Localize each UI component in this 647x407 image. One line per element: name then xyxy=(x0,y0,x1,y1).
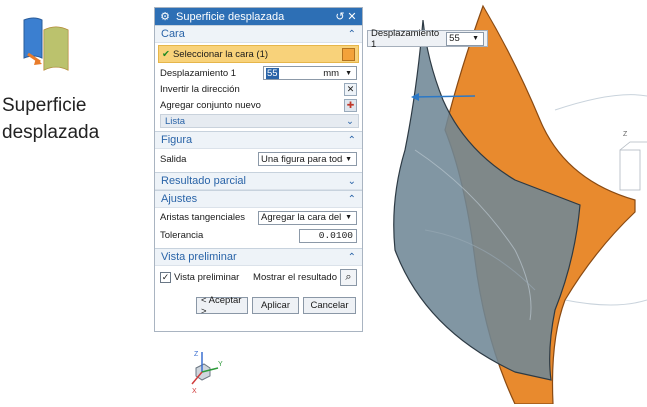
section-resultado-header[interactable]: Resultado parcial ⌄ xyxy=(155,172,362,190)
close-icon[interactable]: ✕ xyxy=(346,10,358,23)
add-set-label: Agregar conjunto nuevo xyxy=(160,99,261,111)
chevron-down-icon: ▼ xyxy=(345,69,352,77)
tangent-label: Aristas tangenciales xyxy=(160,212,246,223)
section-ajustes-title: Ajustes xyxy=(161,193,198,205)
face-select-icon[interactable] xyxy=(342,47,355,61)
float-input-label: Desplazamiento 1 xyxy=(371,27,440,50)
dialog-buttons: < Aceptar > Aplicar Cancelar xyxy=(155,295,362,317)
show-result-label: Mostrar el resultado xyxy=(253,271,337,283)
reverse-row: Invertir la dirección ✕ xyxy=(155,81,362,97)
dialog-titlebar: ⚙ Superficie desplazada ↺ ✕ xyxy=(155,8,362,25)
coordinate-triad-icon: Z Y X xyxy=(180,348,226,396)
magnifier-icon[interactable]: ⌕ xyxy=(340,268,357,286)
chevron-down-icon: ⌄ xyxy=(346,115,354,127)
offset-unit: mm xyxy=(323,67,340,79)
offset-row: Desplazamiento 1 55 mm ▼ xyxy=(155,65,362,81)
offset-field[interactable]: 55 mm ▼ xyxy=(263,66,357,80)
reverse-label: Invertir la dirección xyxy=(160,83,240,95)
select-face-label: Seleccionar la cara (1) xyxy=(172,48,269,60)
apply-button[interactable]: Aplicar xyxy=(252,297,299,314)
svg-text:Z: Z xyxy=(194,351,199,358)
section-ajustes-header[interactable]: Ajustes ⌃ xyxy=(155,190,362,208)
tolerance-value: 0.0100 xyxy=(318,230,353,241)
list-toggle[interactable]: Lista ⌄ xyxy=(160,114,359,128)
offset-surface-command-icon xyxy=(14,14,76,76)
reset-icon[interactable]: ↺ xyxy=(334,10,346,23)
select-face-row[interactable]: ✔ Seleccionar la cara (1) xyxy=(158,45,359,63)
checkmark-icon: ✔ xyxy=(162,48,170,60)
offset-value: 55 xyxy=(266,67,279,79)
list-label: Lista xyxy=(165,115,186,127)
cancel-button[interactable]: Cancelar xyxy=(303,297,356,314)
svg-text:Y: Y xyxy=(218,361,223,368)
add-set-icon[interactable]: ✚ xyxy=(344,98,357,112)
section-figura-header[interactable]: Figura ⌃ xyxy=(155,131,362,149)
section-vista-header[interactable]: Vista preliminar ⌃ xyxy=(155,248,362,266)
ok-button[interactable]: < Aceptar > xyxy=(196,295,248,317)
chevron-up-icon: ⌃ xyxy=(347,28,356,40)
tolerance-field[interactable]: 0.0100 xyxy=(299,228,357,243)
dialog-title: Superficie desplazada xyxy=(176,10,285,23)
section-figura-title: Figura xyxy=(161,134,193,146)
svg-text:X: X xyxy=(192,388,197,395)
float-offset-value: 55 xyxy=(449,33,460,44)
offset-float-input[interactable]: Desplazamiento 1 55 ▼ xyxy=(367,27,488,50)
section-vista-title: Vista preliminar xyxy=(161,251,237,263)
output-label: Salida xyxy=(160,153,187,165)
offset-surface-dialog: ⚙ Superficie desplazada ↺ ✕ Cara ⌃ ✔ Sel… xyxy=(154,7,363,332)
tangent-row: Aristas tangenciales Agregar la cara del… xyxy=(155,208,362,227)
chevron-down-icon: ▼ xyxy=(472,35,479,42)
tolerance-row: Tolerancia 0.0100 xyxy=(155,227,362,244)
preview-row: ✓ Vista preliminar Mostrar el resultado … xyxy=(155,266,362,288)
preview-checkbox[interactable]: ✓ xyxy=(160,271,171,283)
chevron-up-icon: ⌃ xyxy=(347,251,356,263)
section-resultado-title: Resultado parcial xyxy=(161,175,246,187)
tangent-value: Agregar la cara del e xyxy=(261,212,344,223)
output-row: Salida Una figura para toda ▼ xyxy=(155,149,362,169)
tolerance-label: Tolerancia xyxy=(160,230,204,241)
reverse-direction-icon[interactable]: ✕ xyxy=(344,82,357,96)
offset-label: Desplazamiento 1 xyxy=(160,67,237,79)
gear-icon[interactable]: ⚙ xyxy=(159,10,171,23)
command-title: Superficie desplazada xyxy=(2,95,100,143)
chevron-down-icon: ▼ xyxy=(345,155,352,163)
output-value: Una figura para toda xyxy=(261,153,344,165)
chevron-up-icon: ⌃ xyxy=(347,134,356,146)
chevron-up-icon: ⌃ xyxy=(347,193,356,205)
tangent-select[interactable]: Agregar la cara del e ▼ xyxy=(258,210,357,225)
graphics-viewport[interactable]: Z xyxy=(365,0,647,405)
preview-label: Vista preliminar xyxy=(174,271,240,283)
float-offset-field[interactable]: 55 ▼ xyxy=(446,31,484,46)
section-cara-title: Cara xyxy=(161,28,185,40)
add-set-row: Agregar conjunto nuevo ✚ xyxy=(155,97,362,113)
chevron-down-icon: ⌄ xyxy=(347,175,356,187)
chevron-down-icon: ▼ xyxy=(345,214,352,221)
output-select[interactable]: Una figura para toda ▼ xyxy=(258,152,357,166)
svg-text:Z: Z xyxy=(623,131,628,138)
section-cara-header[interactable]: Cara ⌃ xyxy=(155,25,362,43)
